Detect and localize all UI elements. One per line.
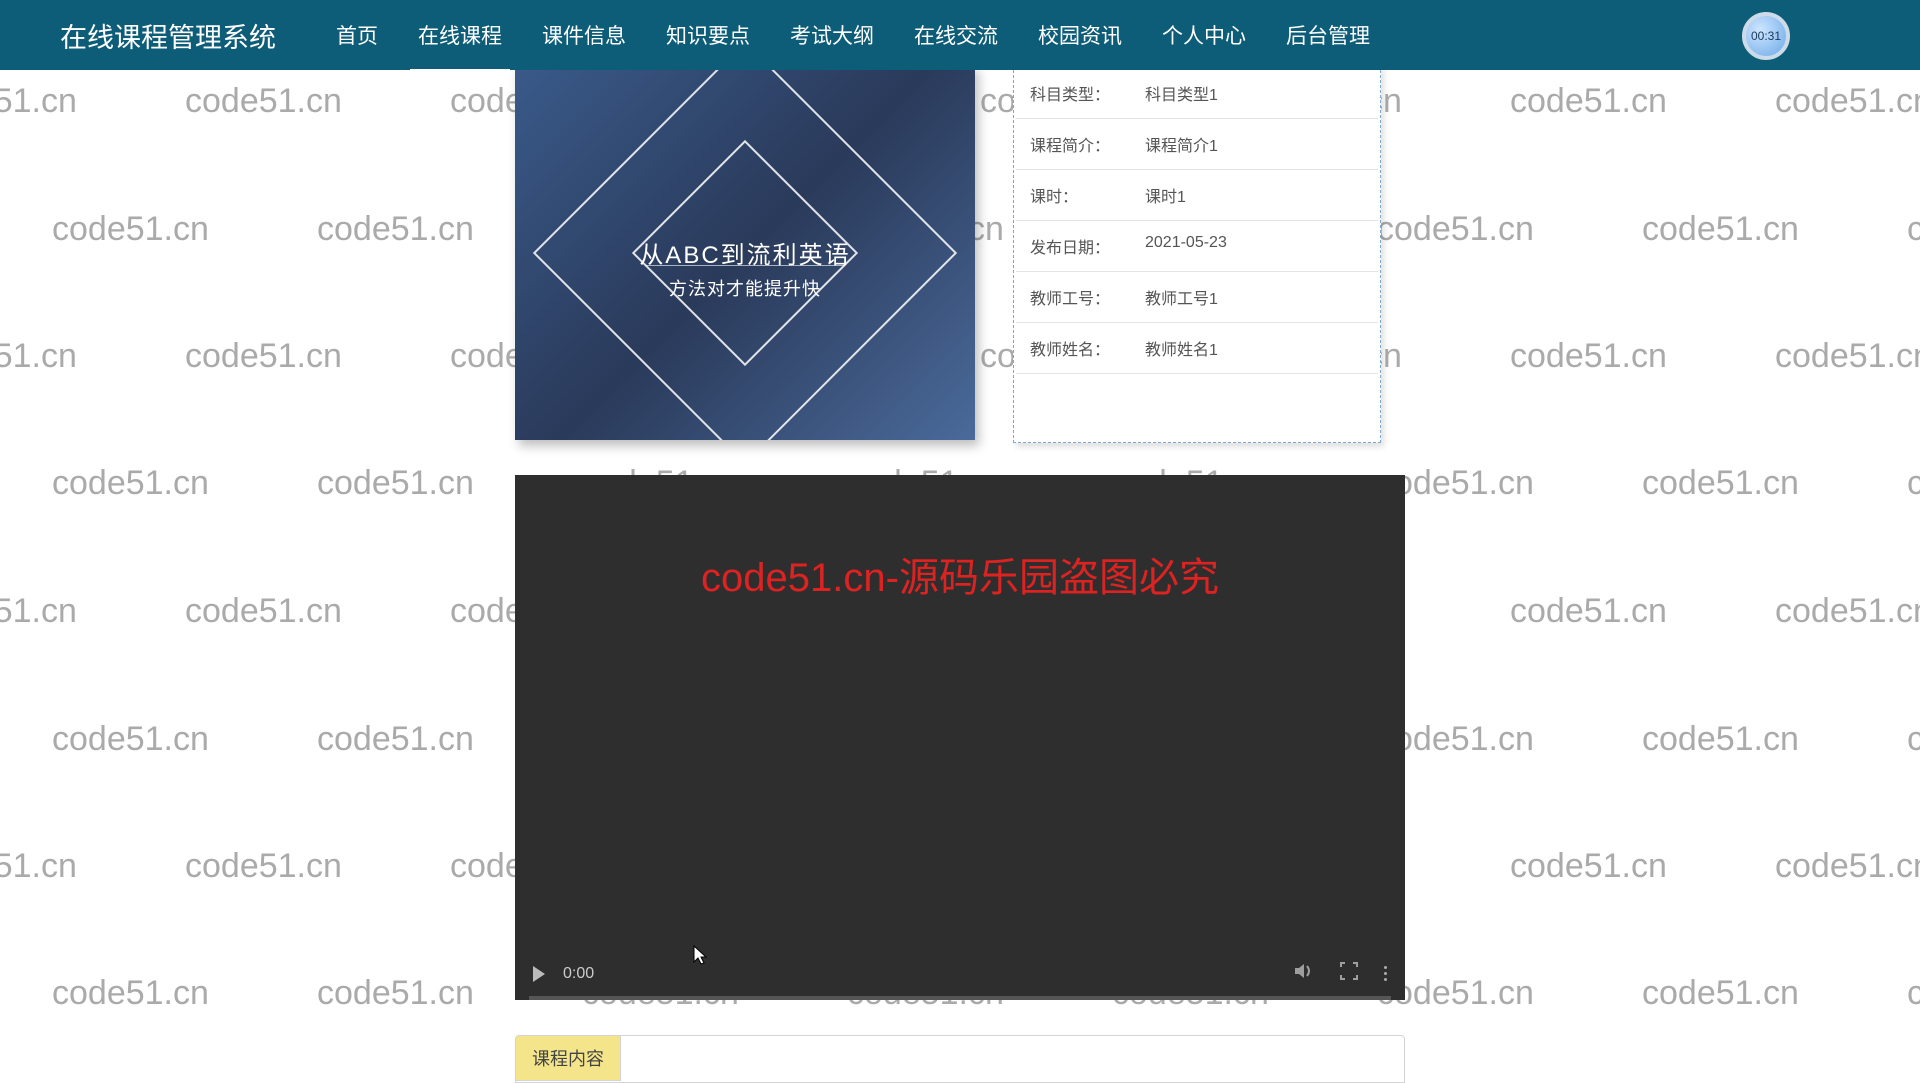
info-row: 教师姓名：教师姓名1 — [1016, 323, 1378, 374]
nav-item-8[interactable]: 后台管理 — [1286, 0, 1370, 70]
cover-text-2: 方法对才能提升快 — [515, 275, 975, 301]
volume-icon[interactable] — [1294, 962, 1314, 985]
video-player[interactable]: 0:00 — [515, 475, 1405, 1000]
video-time: 0:00 — [563, 965, 594, 983]
info-label: 课程简介： — [1030, 132, 1145, 156]
nav-item-6[interactable]: 校园资讯 — [1038, 0, 1122, 70]
info-value: 2021-05-23 — [1145, 234, 1364, 258]
info-row: 科目类型：科目类型1 — [1016, 68, 1378, 119]
info-label: 课时： — [1030, 183, 1145, 207]
info-label: 科目类型： — [1030, 81, 1145, 105]
info-value: 教师姓名1 — [1145, 336, 1364, 360]
info-row-empty — [1016, 374, 1378, 434]
course-info-panel: 科目类型：科目类型1课程简介：课程简介1课时：课时1发布日期：2021-05-2… — [1013, 65, 1381, 443]
video-controls: 0:00 — [515, 947, 1405, 1000]
nav-item-2[interactable]: 课件信息 — [542, 0, 626, 70]
nav-item-1[interactable]: 在线课程 — [418, 0, 502, 70]
info-row: 发布日期：2021-05-23 — [1016, 221, 1378, 272]
more-options-icon[interactable] — [1384, 966, 1387, 981]
nav-item-5[interactable]: 在线交流 — [914, 0, 998, 70]
info-row: 课程简介：课程简介1 — [1016, 119, 1378, 170]
content-tab[interactable]: 课程内容 — [516, 1036, 621, 1081]
fullscreen-icon[interactable] — [1340, 962, 1358, 985]
header: 在线课程管理系统 首页在线课程课件信息知识要点考试大纲在线交流校园资讯个人中心后… — [0, 0, 1920, 70]
info-value: 科目类型1 — [1145, 81, 1364, 105]
course-cover-image: 从ABC到流利英语 方法对才能提升快 — [515, 65, 975, 440]
course-content-section: 课程内容 — [515, 1035, 1405, 1083]
timer-badge[interactable]: 00:31 — [1742, 12, 1790, 60]
nav-item-4[interactable]: 考试大纲 — [790, 0, 874, 70]
info-value: 课程简介1 — [1145, 132, 1364, 156]
info-value: 课时1 — [1145, 183, 1364, 207]
info-row: 教师工号：教师工号1 — [1016, 272, 1378, 323]
info-value: 教师工号1 — [1145, 285, 1364, 309]
main-nav: 首页在线课程课件信息知识要点考试大纲在线交流校园资讯个人中心后台管理 — [336, 0, 1370, 70]
cursor-icon — [693, 945, 707, 970]
video-progress-bar[interactable] — [529, 996, 1391, 1000]
nav-item-7[interactable]: 个人中心 — [1162, 0, 1246, 70]
nav-item-0[interactable]: 首页 — [336, 0, 378, 70]
play-icon[interactable] — [533, 966, 545, 982]
info-label: 教师工号： — [1030, 285, 1145, 309]
info-label: 发布日期： — [1030, 234, 1145, 258]
app-title: 在线课程管理系统 — [60, 16, 276, 55]
info-label: 教师姓名： — [1030, 336, 1145, 360]
nav-item-3[interactable]: 知识要点 — [666, 0, 750, 70]
main-content: 从ABC到流利英语 方法对才能提升快 科目类型：科目类型1课程简介：课程简介1课… — [515, 70, 1405, 1083]
info-row: 课时：课时1 — [1016, 170, 1378, 221]
